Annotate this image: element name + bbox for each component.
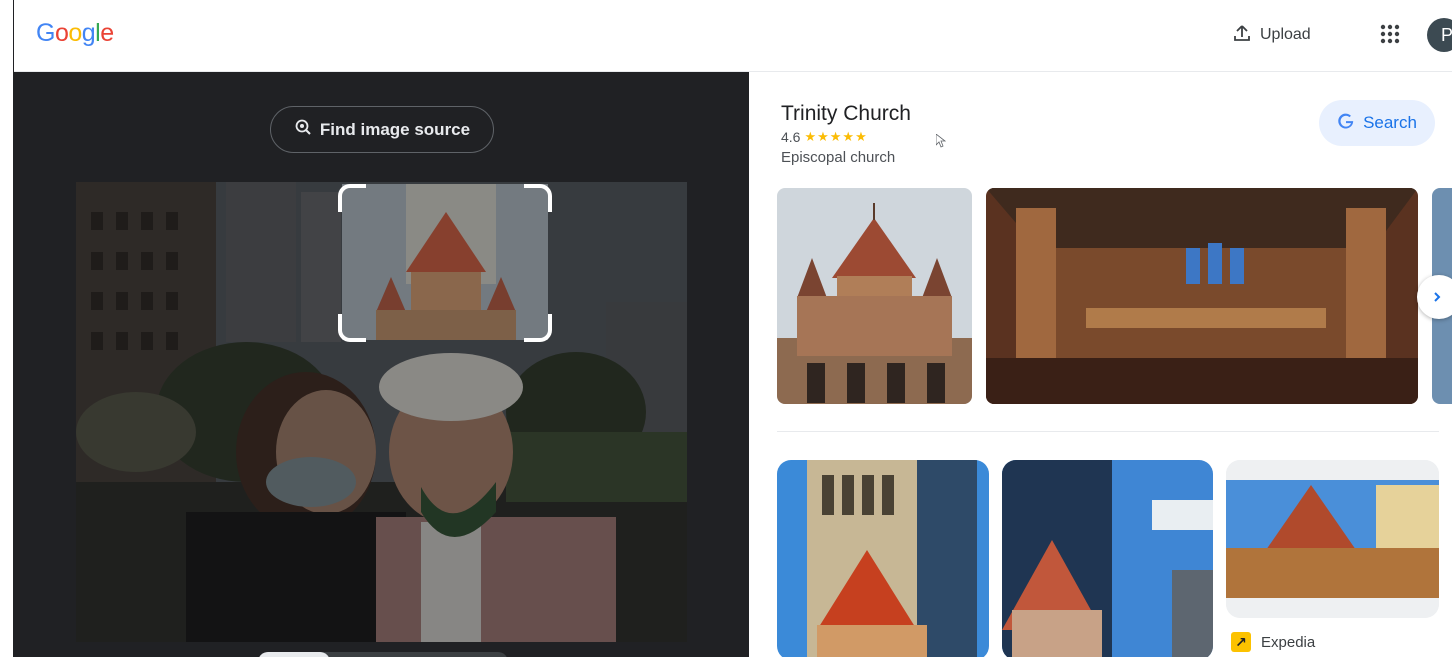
apps-grid-icon[interactable] <box>1378 22 1402 46</box>
section-divider <box>777 431 1439 432</box>
church-exterior-image[interactable] <box>777 188 972 404</box>
upload-label: Upload <box>1260 26 1311 43</box>
upload-icon <box>1232 23 1252 48</box>
place-rating: 4.6 ★★★★★ <box>781 129 868 145</box>
crop-handle-top-right[interactable] <box>524 184 552 212</box>
crop-handle-top-left[interactable] <box>338 184 366 212</box>
top-header: Google Upload P <box>14 0 1452 72</box>
lens-image-panel: Find image source <box>14 72 749 657</box>
crop-selection[interactable] <box>338 184 552 342</box>
chevron-right-icon[interactable] <box>1417 275 1452 319</box>
place-type: Episcopal church <box>781 149 896 166</box>
visual-match-card[interactable] <box>777 460 989 657</box>
search-label: Search <box>1363 113 1417 132</box>
find-image-source-button[interactable]: Find image source <box>270 106 494 153</box>
find-image-source-label: Find image source <box>319 119 471 139</box>
results-panel: Trinity Church 4.6 ★★★★★ Episcopal churc… <box>749 72 1452 657</box>
visual-match-card[interactable] <box>1002 460 1213 657</box>
crop-handle-bottom-left[interactable] <box>338 314 366 342</box>
expedia-arrow-icon: ↗ <box>1231 632 1251 652</box>
rating-value: 4.6 <box>781 129 801 145</box>
mouse-cursor-icon <box>936 134 946 148</box>
place-title[interactable]: Trinity Church <box>781 102 911 126</box>
church-interior-image[interactable] <box>986 188 1418 404</box>
mode-toggle-active[interactable] <box>258 652 330 657</box>
result-source-label: Expedia <box>1261 633 1316 651</box>
google-logo[interactable]: Google <box>36 19 114 48</box>
search-button[interactable]: Search <box>1319 100 1435 146</box>
lens-search-icon <box>294 118 312 141</box>
rating-stars: ★★★★★ <box>804 129 868 144</box>
mode-toggle[interactable] <box>258 652 508 657</box>
avatar[interactable]: P <box>1427 18 1452 52</box>
visual-match-card-expedia[interactable] <box>1226 460 1439 618</box>
upload-button[interactable]: Upload <box>1232 20 1311 50</box>
crop-handle-bottom-right[interactable] <box>524 314 552 342</box>
google-g-icon <box>1337 112 1355 135</box>
result-source[interactable]: ↗ Expedia <box>1231 632 1315 652</box>
